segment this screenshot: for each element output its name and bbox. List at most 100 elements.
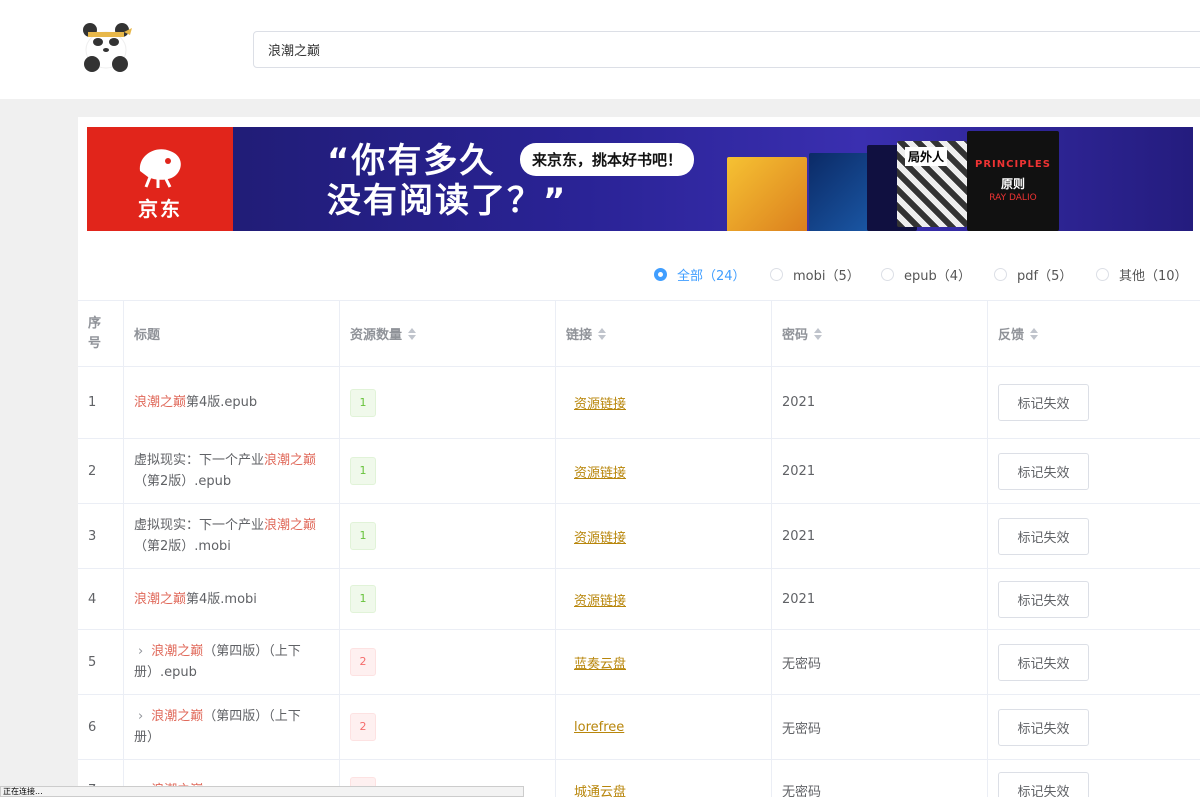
row-index: 5 <box>78 630 124 694</box>
title-highlight: 浪潮之巅 <box>264 518 317 533</box>
row-feedback: 标记失效 <box>988 695 1200 759</box>
resource-link[interactable]: 城通云盘 <box>574 781 626 797</box>
header-password[interactable]: 密码 <box>772 301 988 366</box>
resource-link[interactable]: 蓝奏云盘 <box>574 653 626 672</box>
row-title[interactable]: › 浪潮之巅（第四版）（上下 册）.epub <box>124 630 340 694</box>
chevron-right-icon[interactable]: › <box>138 709 143 724</box>
row-title[interactable]: 浪潮之巅第4版.mobi <box>124 569 340 629</box>
row-count: 1 <box>340 569 556 629</box>
sort-caret-icon[interactable] <box>598 327 607 340</box>
filter-pdf-radio[interactable]: pdf（5） <box>994 265 1072 284</box>
radio-dot-icon[interactable] <box>654 268 667 281</box>
row-password: 2021 <box>772 504 988 568</box>
search-input[interactable] <box>253 31 1200 68</box>
sort-caret-icon[interactable] <box>408 327 417 340</box>
header-count[interactable]: 资源数量 <box>340 301 556 366</box>
row-count: 2 <box>340 630 556 694</box>
filter-epub-radio[interactable]: epub（4） <box>881 265 971 284</box>
row-feedback: 标记失效 <box>988 367 1200 438</box>
chevron-right-icon[interactable]: › <box>138 644 143 659</box>
book-cover-4: 局外人 <box>897 141 967 227</box>
count-badge: 1 <box>350 388 376 417</box>
jd-brand-text: 京东 <box>138 197 182 221</box>
title-highlight: 浪潮之巅 <box>151 709 204 724</box>
row-title[interactable]: › 浪潮之巅（第四版）（上下 册） <box>124 695 340 759</box>
header-title: 标题 <box>124 301 340 366</box>
row-index: 4 <box>78 569 124 629</box>
mark-invalid-button[interactable]: 标记失效 <box>998 384 1089 421</box>
row-password: 2021 <box>772 439 988 503</box>
radio-dot-icon[interactable] <box>770 268 783 281</box>
count-badge: 1 <box>350 457 376 485</box>
resource-link[interactable]: 资源链接 <box>574 527 626 546</box>
mark-invalid-button[interactable]: 标记失效 <box>998 452 1089 490</box>
filter-other-radio[interactable]: 其他（10） <box>1096 265 1188 284</box>
mark-invalid-button[interactable]: 标记失效 <box>998 517 1089 555</box>
panda-logo-icon[interactable] <box>80 20 132 72</box>
main-content: 京东 “你有多久 没有阅读了？” 来京东，挑本好书吧！ 局外人 PRINCIPL… <box>78 117 1200 797</box>
count-badge: 2 <box>350 648 376 676</box>
top-bar <box>0 0 1200 99</box>
row-count: 2 <box>340 695 556 759</box>
table-row: 4 浪潮之巅第4版.mobi 1 资源链接 2021 标记失效 <box>78 569 1200 630</box>
row-link: 蓝奏云盘 <box>556 630 772 694</box>
book-title-1: 局外人 <box>905 147 948 166</box>
sort-caret-icon[interactable] <box>814 327 823 340</box>
row-index: 2 <box>78 439 124 503</box>
sort-caret-icon[interactable] <box>1030 327 1039 340</box>
title-highlight: 浪潮之巅 <box>134 591 187 607</box>
row-link: 资源链接 <box>556 569 772 629</box>
row-feedback: 标记失效 <box>988 569 1200 629</box>
count-badge: 1 <box>350 522 376 550</box>
row-password: 无密码 <box>772 630 988 694</box>
jd-logo-block: 京东 <box>87 127 233 231</box>
jd-dog-icon <box>139 149 181 188</box>
jd-banner[interactable]: 京东 “你有多久 没有阅读了？” 来京东，挑本好书吧！ 局外人 PRINCIPL… <box>87 127 1193 231</box>
row-feedback: 标记失效 <box>988 760 1200 797</box>
row-count: 1 <box>340 367 556 438</box>
mark-invalid-button[interactable]: 标记失效 <box>998 708 1089 746</box>
resource-link[interactable]: 资源链接 <box>574 393 626 412</box>
row-count: 1 <box>340 504 556 568</box>
mark-invalid-button[interactable]: 标记失效 <box>998 580 1089 618</box>
row-title[interactable]: 浪潮之巅第4版.epub <box>124 367 340 438</box>
row-password: 无密码 <box>772 695 988 759</box>
count-badge: 1 <box>350 585 376 613</box>
row-feedback: 标记失效 <box>988 504 1200 568</box>
row-link: 资源链接 <box>556 504 772 568</box>
row-count: 1 <box>340 439 556 503</box>
table-row: 1 浪潮之巅第4版.epub 1 资源链接 2021 标记失效 <box>78 367 1200 439</box>
browser-status-bar: 正在连接... <box>0 786 524 797</box>
filter-all-radio[interactable]: 全部（24） <box>654 265 746 284</box>
resource-link[interactable]: 资源链接 <box>574 462 626 481</box>
format-filter-group: 全部（24） mobi（5） epub（4） pdf（5） 其他（10） <box>78 265 1200 285</box>
resource-link[interactable]: 资源链接 <box>574 590 626 609</box>
header-feedback[interactable]: 反馈 <box>988 301 1200 366</box>
resource-link[interactable]: lorefree <box>574 720 624 735</box>
row-feedback: 标记失效 <box>988 630 1200 694</box>
header-link[interactable]: 链接 <box>556 301 772 366</box>
mark-invalid-button[interactable]: 标记失效 <box>998 643 1089 681</box>
table-row: 5 › 浪潮之巅（第四版）（上下 册）.epub 2 蓝奏云盘 无密码 标记失效 <box>78 630 1200 695</box>
row-password: 2021 <box>772 367 988 438</box>
table-row: 6 › 浪潮之巅（第四版）（上下 册） 2 lorefree 无密码 标记失效 <box>78 695 1200 760</box>
row-feedback: 标记失效 <box>988 439 1200 503</box>
title-highlight: 浪潮之巅 <box>134 395 187 410</box>
resource-table: 序号 标题 资源数量 链接 密码 反馈 1 浪潮之巅第4版.epub 1 资源链接 20… <box>78 300 1200 797</box>
banner-bubble: 来京东，挑本好书吧！ <box>520 143 695 176</box>
row-link: 资源链接 <box>556 439 772 503</box>
filter-mobi-radio[interactable]: mobi（5） <box>770 265 860 284</box>
row-title[interactable]: 虚拟现实：下一个产业浪潮之巅 （第2版）.mobi <box>124 504 340 568</box>
row-index: 1 <box>78 367 124 438</box>
title-highlight: 浪潮之巅 <box>151 644 204 659</box>
radio-dot-icon[interactable] <box>994 268 1007 281</box>
radio-dot-icon[interactable] <box>881 268 894 281</box>
count-badge: 2 <box>350 713 376 741</box>
radio-dot-icon[interactable] <box>1096 268 1109 281</box>
book-title-2: PRINCIPLES <box>975 159 1051 170</box>
title-highlight: 浪潮之巅 <box>264 453 317 468</box>
book-title-4: RAY DALIO <box>989 193 1037 203</box>
mark-invalid-button[interactable]: 标记失效 <box>998 772 1089 797</box>
row-title[interactable]: 虚拟现实：下一个产业浪潮之巅 （第2版）.epub <box>124 439 340 503</box>
book-cover-1 <box>727 157 807 231</box>
